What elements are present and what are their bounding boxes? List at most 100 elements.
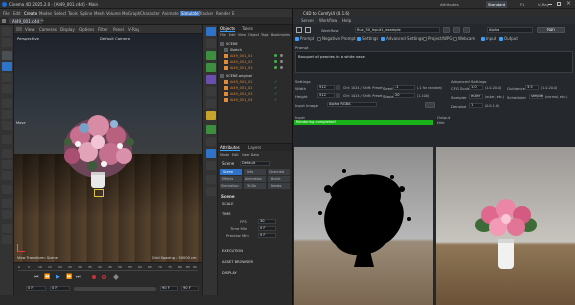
knife-icon[interactable] <box>2 235 12 244</box>
array-icon[interactable] <box>206 63 216 72</box>
cfg-field[interactable]: 1.0 <box>469 85 483 90</box>
field-icon[interactable] <box>206 137 216 146</box>
subtab-info[interactable]: Info <box>244 169 266 175</box>
viewport-menu-view[interactable]: View <box>25 27 35 32</box>
keyframe-icon[interactable] <box>113 274 119 280</box>
preview-end-field[interactable]: 90 F <box>181 286 199 291</box>
attributes-menu-edit[interactable]: Edit <box>232 153 239 157</box>
uv-mode-icon[interactable] <box>2 185 12 194</box>
viewport-menu-display[interactable]: Display <box>60 27 75 32</box>
go-to-start-icon[interactable]: ⏮ <box>34 274 39 280</box>
time-min-field[interactable]: 0 F <box>258 226 276 231</box>
play-icon[interactable]: ▶ <box>56 274 60 280</box>
model-dropdown[interactable]: Alpha <box>487 27 533 33</box>
comfy-menu-workflow[interactable]: Workflow <box>319 18 337 23</box>
guidance-field[interactable]: 3.5 <box>525 85 539 90</box>
rotate-tool-icon[interactable] <box>2 84 12 93</box>
subtab-channels[interactable]: Channels <box>268 169 290 175</box>
tag-icon[interactable] <box>280 66 283 69</box>
checkmark-icon[interactable]: ✓ <box>274 97 277 103</box>
subtab-nodes[interactable]: Nodes <box>268 183 290 189</box>
subdivision-icon[interactable] <box>206 51 216 60</box>
subtab-todo[interactable]: To Do <box>244 183 266 189</box>
object-row[interactable]: AI49_001_03 <box>218 65 292 71</box>
menu-create[interactable]: Create <box>24 11 37 16</box>
select-tool-icon[interactable] <box>2 51 12 60</box>
menu-render[interactable]: Render <box>216 11 230 16</box>
checkbox-checked-icon[interactable] <box>481 37 485 41</box>
menu-character[interactable]: Character <box>140 11 160 16</box>
workflow-dropdown[interactable]: flux_50_Input1_example <box>355 27 440 33</box>
floor-icon[interactable] <box>206 87 216 96</box>
attributes-menu-mode[interactable]: Mode <box>220 153 229 157</box>
document-tab[interactable]: AI49_001.c4d <box>9 18 43 24</box>
option-input[interactable]: Input <box>481 36 496 41</box>
scheduler-field[interactable]: simple <box>529 94 543 99</box>
stepper-icon[interactable] <box>336 93 340 98</box>
menu-spline[interactable]: Spline <box>80 11 92 16</box>
group-asset-browser[interactable]: ASSET BROWSER <box>222 260 253 264</box>
scale-tool-icon[interactable] <box>2 73 12 82</box>
menu-mesh[interactable]: Mesh <box>94 11 105 16</box>
objects-menu-object[interactable]: Object <box>248 33 259 37</box>
attributes-menu-userdata[interactable]: User Data <box>242 153 259 157</box>
menu-file[interactable]: File <box>3 11 10 16</box>
coordinate-system-icon[interactable] <box>2 135 12 144</box>
preview-min-field[interactable]: 0 F <box>258 233 276 238</box>
objects-menu-file[interactable]: File <box>220 33 226 37</box>
new-tab-icon[interactable]: + <box>40 18 44 24</box>
start-frame-field[interactable]: 0 F <box>26 286 46 291</box>
frame-range-slider[interactable] <box>74 287 156 291</box>
input-image-dropdown[interactable]: Alpha RGBA <box>327 102 377 107</box>
camera-icon[interactable] <box>206 99 216 108</box>
cube-icon[interactable] <box>206 27 216 36</box>
subtab-bullet[interactable]: Bullet <box>268 176 290 182</box>
checkbox-unchecked-icon[interactable] <box>423 37 427 41</box>
minimize-icon[interactable] <box>548 4 552 5</box>
menu-select[interactable]: Select <box>54 11 66 16</box>
workplane-icon[interactable] <box>2 210 12 219</box>
option-settings[interactable]: Settings <box>357 36 378 41</box>
tag-icon[interactable] <box>280 60 283 63</box>
menu-extensions[interactable]: E <box>232 11 235 16</box>
tab-layers[interactable]: Layers <box>248 145 261 150</box>
checkbox-checked-icon[interactable] <box>295 37 299 41</box>
option-output[interactable]: Output <box>499 36 518 41</box>
steps-field[interactable]: 20 <box>393 93 415 98</box>
brush-icon[interactable] <box>2 224 12 233</box>
option-advanced-settings[interactable]: Advanced Settings <box>381 36 423 41</box>
layout-tab-standard[interactable]: Standard <box>486 1 508 8</box>
visibility-dot[interactable] <box>274 54 277 57</box>
menu-animate[interactable]: Animate <box>162 11 179 16</box>
layout-tab-f1[interactable]: F1 <box>520 2 525 7</box>
group-time[interactable]: TIME <box>222 212 231 216</box>
browse-button[interactable] <box>425 102 435 108</box>
polygons-mode-icon[interactable] <box>2 171 12 180</box>
checkbox-checked-icon[interactable] <box>357 37 361 41</box>
spline-pen-icon[interactable] <box>206 39 216 48</box>
comfy-menu-server[interactable]: Server <box>301 18 314 23</box>
menu-volume[interactable]: Volume <box>106 11 121 16</box>
axis-y-icon[interactable] <box>2 110 12 119</box>
run-button[interactable]: Run <box>537 27 565 33</box>
menu-simulate[interactable]: Simulate <box>180 11 200 16</box>
menu-mograph[interactable]: MoGraph <box>122 11 140 16</box>
light-icon[interactable] <box>206 111 216 120</box>
timeline-ruler[interactable]: 0 5 10 15 20 25 30 35 40 45 50 55 60 65 … <box>18 264 198 271</box>
mode-dropdown[interactable]: Default <box>240 161 270 166</box>
tab-takes[interactable]: Takes <box>242 26 253 31</box>
objects-menu-bookmarks[interactable]: Bookmarks <box>271 33 290 37</box>
visibility-dot[interactable] <box>274 66 277 69</box>
subtab-scene[interactable]: Scene <box>220 169 242 175</box>
camera-name[interactable]: Default Camera <box>100 36 130 41</box>
tab-attributes[interactable]: Attributes <box>220 145 240 151</box>
simulation-icon[interactable] <box>206 149 216 158</box>
redo-icon[interactable] <box>2 38 12 47</box>
subtab-animation[interactable]: Animation <box>244 176 266 182</box>
viewport-menu-cameras[interactable]: Cameras <box>39 27 57 32</box>
viewport-menu-vray[interactable]: V-Ray <box>128 27 139 32</box>
viewport-menu-panel[interactable]: Panel <box>113 27 124 32</box>
group-execution[interactable]: EXECUTION <box>222 249 243 253</box>
option-webcam[interactable]: Webcam <box>453 36 475 41</box>
denoise-field[interactable]: 1 <box>469 103 483 108</box>
